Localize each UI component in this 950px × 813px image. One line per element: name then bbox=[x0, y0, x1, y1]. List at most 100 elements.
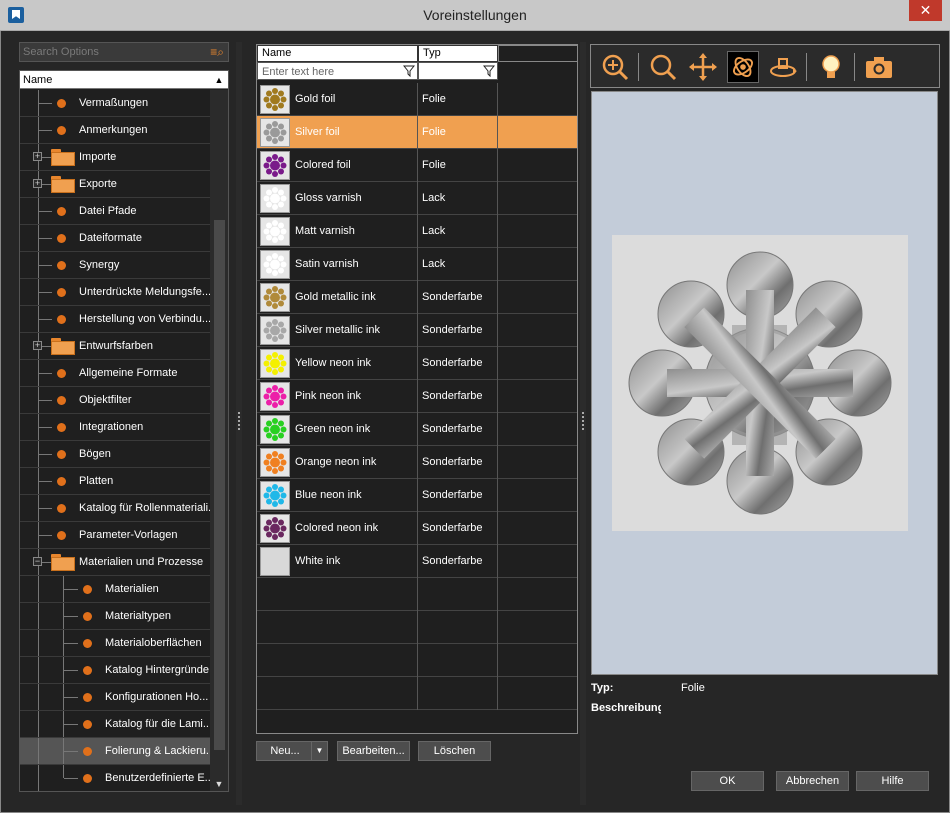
material-type: Sonderfarbe bbox=[422, 291, 483, 303]
camera-icon[interactable] bbox=[863, 51, 895, 83]
table-row[interactable]: Colored neon ink Sonderfarbe bbox=[257, 512, 577, 545]
table-row[interactable]: Gloss varnish Lack bbox=[257, 182, 577, 215]
tree-item[interactable]: Benutzerdefinierte E... bbox=[20, 765, 210, 791]
table-row[interactable]: Gold metallic ink Sonderfarbe bbox=[257, 281, 577, 314]
tree-item[interactable]: Platten bbox=[20, 468, 210, 495]
tree-item-label: Herstellung von Verbindu... bbox=[79, 313, 210, 325]
tree-item-label: Dateiformate bbox=[79, 232, 142, 244]
table-row[interactable]: Pink neon ink Sonderfarbe bbox=[257, 380, 577, 413]
tree-item[interactable]: Synergy bbox=[20, 252, 210, 279]
filter-icon[interactable] bbox=[483, 65, 495, 77]
tree-guide-line bbox=[38, 481, 52, 482]
tree-item[interactable]: Katalog für die Lami... bbox=[20, 711, 210, 738]
zoom-icon[interactable] bbox=[647, 51, 679, 83]
tree-item[interactable]: Katalog Hintergründe bbox=[20, 657, 210, 684]
cancel-button[interactable]: Abbrechen bbox=[776, 771, 849, 791]
tree-item[interactable]: Unterdrückte Meldungsfe... bbox=[20, 279, 210, 306]
table-row[interactable]: Silver metallic ink Sonderfarbe bbox=[257, 314, 577, 347]
splitter-grip[interactable] bbox=[582, 412, 584, 430]
orbit-icon[interactable] bbox=[767, 51, 799, 83]
tree-item[interactable]: Konfigurationen Ho... bbox=[20, 684, 210, 711]
tree-item[interactable]: Katalog für Rollenmateriali... bbox=[20, 495, 210, 522]
tree-item[interactable]: − Materialien und Prozesse bbox=[20, 549, 210, 576]
material-preview[interactable] bbox=[591, 91, 938, 675]
new-button[interactable]: Neu... ▼ bbox=[256, 741, 328, 761]
tree-item[interactable]: + Importe bbox=[20, 144, 210, 171]
table-row[interactable]: Gold foil Folie bbox=[257, 83, 577, 116]
tree-guide-line bbox=[38, 238, 52, 239]
tree-item[interactable]: + Exporte bbox=[20, 171, 210, 198]
right-splitter[interactable] bbox=[580, 42, 586, 805]
collapse-icon[interactable]: − bbox=[33, 557, 42, 566]
rotate-3d-icon[interactable] bbox=[727, 51, 759, 83]
search-input[interactable] bbox=[23, 44, 203, 60]
tree-item[interactable]: Objektfilter bbox=[20, 387, 210, 414]
material-type: Lack bbox=[422, 225, 446, 237]
tree-item[interactable]: Parameter-Vorlagen bbox=[20, 522, 210, 549]
table-row[interactable]: Orange neon ink Sonderfarbe bbox=[257, 446, 577, 479]
column-header-type[interactable]: Typ bbox=[418, 45, 498, 62]
table-row[interactable]: Green neon ink Sonderfarbe bbox=[257, 413, 577, 446]
zoom-in-icon[interactable] bbox=[599, 51, 631, 83]
tree-item[interactable]: Folierung & Lackieru... bbox=[20, 738, 210, 765]
search-icon[interactable]: ≡⌕ bbox=[210, 45, 224, 60]
tree-item[interactable]: Integrationen bbox=[20, 414, 210, 441]
chevron-down-icon[interactable]: ▼ bbox=[311, 742, 327, 760]
material-swatch-icon bbox=[260, 415, 290, 444]
column-header-name[interactable]: Name bbox=[257, 45, 418, 62]
type-filter-cell[interactable] bbox=[418, 62, 498, 80]
splitter-grip[interactable] bbox=[238, 412, 240, 430]
table-row[interactable]: Blue neon ink Sonderfarbe bbox=[257, 479, 577, 512]
tree-item[interactable]: Datei Pfade bbox=[20, 198, 210, 225]
tree-item[interactable]: Vermaßungen bbox=[20, 90, 210, 117]
tree-item-label: Materialoberflächen bbox=[105, 637, 202, 649]
column-divider bbox=[417, 248, 418, 281]
tree-item-label: Unterdrückte Meldungsfe... bbox=[79, 286, 210, 298]
table-row[interactable]: Silver foil Folie bbox=[257, 116, 577, 149]
scroll-up-icon[interactable]: ▲ bbox=[212, 71, 226, 89]
tree-item[interactable]: Dateiformate bbox=[20, 225, 210, 252]
name-filter-cell[interactable] bbox=[257, 62, 418, 80]
tree-item-label: Folierung & Lackieru... bbox=[105, 745, 210, 757]
table-row[interactable]: Colored foil Folie bbox=[257, 149, 577, 182]
left-splitter[interactable] bbox=[236, 42, 242, 805]
delete-button[interactable]: Löschen bbox=[418, 741, 491, 761]
tree-header[interactable]: Name ▲ bbox=[20, 71, 228, 89]
tree-item[interactable]: Allgemeine Formate bbox=[20, 360, 210, 387]
pan-icon[interactable] bbox=[687, 51, 719, 83]
tree-scrollbar-thumb[interactable] bbox=[214, 220, 225, 750]
tree-item[interactable]: + Entwurfsfarben bbox=[20, 333, 210, 360]
folder-icon bbox=[51, 176, 75, 193]
table-row[interactable]: Yellow neon ink Sonderfarbe bbox=[257, 347, 577, 380]
column-divider bbox=[497, 512, 498, 545]
edit-button[interactable]: Bearbeiten... bbox=[337, 741, 410, 761]
tree-item-label: Parameter-Vorlagen bbox=[79, 529, 178, 541]
light-bulb-icon[interactable] bbox=[815, 51, 847, 83]
tree-item[interactable]: Materialtypen bbox=[20, 603, 210, 630]
tree-item[interactable]: Materialien bbox=[20, 576, 210, 603]
expand-icon[interactable]: + bbox=[33, 341, 42, 350]
name-filter-input[interactable] bbox=[262, 64, 392, 79]
table-row[interactable]: White ink Sonderfarbe bbox=[257, 545, 577, 578]
expand-icon[interactable]: + bbox=[33, 179, 42, 188]
material-type: Sonderfarbe bbox=[422, 456, 483, 468]
close-button[interactable]: ✕ bbox=[909, 0, 942, 21]
filter-icon[interactable] bbox=[403, 65, 415, 77]
column-divider bbox=[497, 545, 498, 578]
scroll-down-icon[interactable]: ▼ bbox=[210, 779, 228, 791]
help-button[interactable]: Hilfe bbox=[856, 771, 929, 791]
expand-icon[interactable]: + bbox=[33, 152, 42, 161]
tree-scrollbar[interactable]: ▼ bbox=[210, 90, 228, 791]
column-divider bbox=[417, 83, 418, 116]
ok-button[interactable]: OK bbox=[691, 771, 764, 791]
bullet-dot-icon bbox=[57, 288, 66, 297]
tree-item[interactable]: Anmerkungen bbox=[20, 117, 210, 144]
search-box[interactable]: ≡⌕ bbox=[19, 42, 229, 62]
material-name: Gold metallic ink bbox=[295, 291, 376, 303]
tree-item[interactable]: Materialoberflächen bbox=[20, 630, 210, 657]
material-name: White ink bbox=[295, 555, 341, 567]
table-row[interactable]: Satin varnish Lack bbox=[257, 248, 577, 281]
tree-item[interactable]: Herstellung von Verbindu... bbox=[20, 306, 210, 333]
tree-item[interactable]: Bögen bbox=[20, 441, 210, 468]
table-row[interactable]: Matt varnish Lack bbox=[257, 215, 577, 248]
